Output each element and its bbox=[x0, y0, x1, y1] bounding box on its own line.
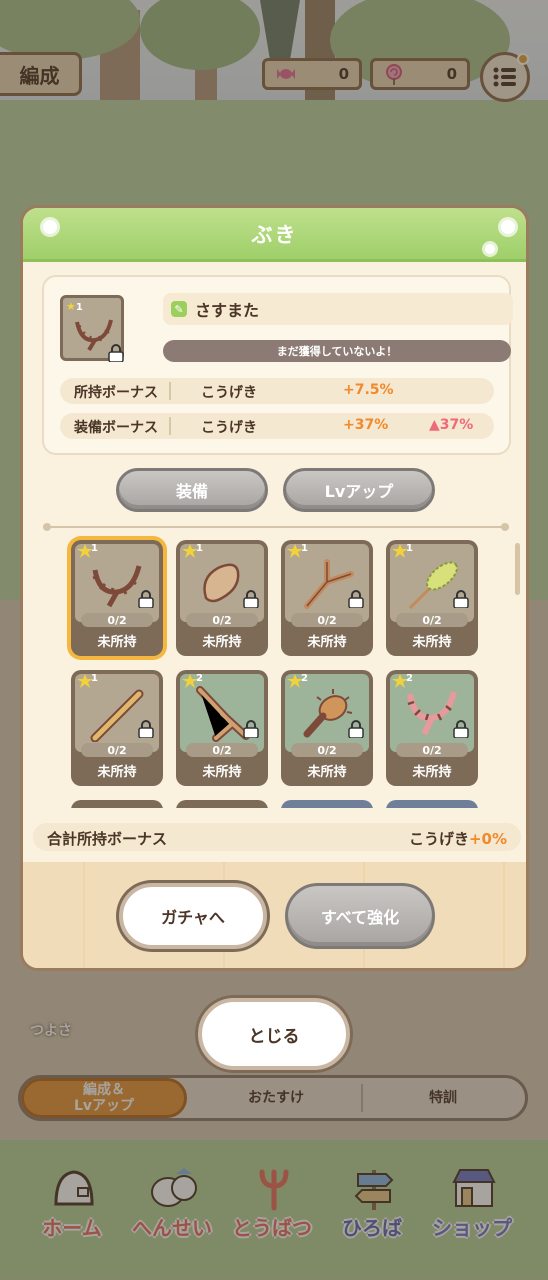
weapon-card[interactable] bbox=[386, 800, 478, 808]
bonus-increase: ▲37% bbox=[429, 417, 474, 433]
rarity-level: 1 bbox=[196, 543, 203, 554]
lock-icon bbox=[243, 720, 259, 738]
weapon-card[interactable]: 1 0/2 未所持 bbox=[71, 540, 163, 656]
card-status: 未所持 bbox=[307, 765, 347, 780]
card-count: 0/2 bbox=[186, 743, 258, 757]
card-count: 0/2 bbox=[81, 743, 153, 757]
lock-icon bbox=[138, 720, 154, 738]
bonus-value: +37% bbox=[343, 417, 389, 433]
weapon-card[interactable] bbox=[176, 800, 268, 808]
flower-decoration bbox=[43, 220, 57, 234]
rarity-level: 2 bbox=[406, 673, 413, 684]
gacha-button[interactable]: ガチャへ bbox=[119, 883, 267, 949]
modal-title: ぶき bbox=[251, 222, 298, 247]
lock-icon bbox=[108, 344, 124, 362]
total-bonus-row: 合計所持ボーナス こうげき+0% bbox=[33, 823, 521, 851]
weapon-card[interactable]: 2 0/2 未所持 bbox=[386, 670, 478, 786]
card-status: 未所持 bbox=[307, 635, 347, 650]
wood-footer bbox=[23, 862, 526, 968]
modal-header: ぶき bbox=[23, 208, 526, 262]
card-count: 0/2 bbox=[396, 613, 468, 627]
weapon-card[interactable]: 2 0/2 未所持 bbox=[176, 670, 268, 786]
equip-bonus-row: 装備ボーナス こうげき +37% ▲37% bbox=[60, 413, 494, 439]
bonus-value: +7.5% bbox=[343, 382, 394, 398]
bonus-divider bbox=[169, 417, 171, 435]
lock-icon bbox=[348, 720, 364, 738]
card-count: 0/2 bbox=[81, 613, 153, 627]
card-status: 未所持 bbox=[97, 635, 137, 650]
card-status: 未所持 bbox=[202, 765, 242, 780]
card-status: 未所持 bbox=[412, 635, 452, 650]
weapon-modal: ぶき ★1 ✎ さすまた まだ獲得していないよ！ 所持ボーナス こうげき +7.… bbox=[20, 205, 529, 971]
not-obtained-message: まだ獲得していないよ！ bbox=[163, 340, 511, 362]
item-detail-panel: ★1 ✎ さすまた まだ獲得していないよ！ 所持ボーナス こうげき +7.5% … bbox=[42, 275, 513, 455]
weapon-card[interactable] bbox=[71, 800, 163, 808]
card-count: 0/2 bbox=[291, 613, 363, 627]
rarity-level: 2 bbox=[301, 673, 308, 684]
weapon-card[interactable]: 1 0/2 未所持 bbox=[386, 540, 478, 656]
weapon-card[interactable]: 2 0/2 未所持 bbox=[281, 670, 373, 786]
total-bonus-value-group: こうげき+0% bbox=[409, 828, 507, 849]
flower-decoration bbox=[501, 220, 515, 234]
card-status: 未所持 bbox=[412, 765, 452, 780]
item-name: ✎ さすまた bbox=[163, 293, 513, 325]
rarity-level: 1 bbox=[91, 543, 98, 554]
rarity-level: 1 bbox=[301, 543, 308, 554]
leaf-icon: ✎ bbox=[171, 301, 187, 317]
selected-item-thumbnail: ★1 bbox=[60, 295, 124, 362]
flower-decoration bbox=[485, 244, 495, 254]
lock-icon bbox=[453, 590, 469, 608]
weapon-card[interactable]: 1 0/2 未所持 bbox=[71, 670, 163, 786]
levelup-button[interactable]: Lvアップ bbox=[283, 468, 435, 512]
lock-icon bbox=[453, 720, 469, 738]
weapon-card[interactable]: 1 0/2 未所持 bbox=[176, 540, 268, 656]
card-status: 未所持 bbox=[97, 765, 137, 780]
rarity-level: 1 bbox=[406, 543, 413, 554]
close-button[interactable]: とじる bbox=[198, 998, 350, 1070]
total-bonus-label: 合計所持ボーナス bbox=[47, 830, 168, 848]
lock-icon bbox=[138, 590, 154, 608]
enhance-all-button[interactable]: すべて強化 bbox=[285, 883, 435, 949]
bonus-label: 装備ボーナス bbox=[74, 420, 158, 436]
rarity-level: 1 bbox=[91, 673, 98, 684]
total-bonus-value: +0% bbox=[468, 830, 507, 848]
equip-button[interactable]: 装備 bbox=[116, 468, 268, 512]
bonus-label: 所持ボーナス bbox=[74, 385, 158, 401]
owned-bonus-row: 所持ボーナス こうげき +7.5% bbox=[60, 378, 494, 404]
lock-icon bbox=[243, 590, 259, 608]
grid-scrollbar[interactable] bbox=[515, 543, 520, 595]
bonus-stat: こうげき bbox=[201, 420, 257, 436]
weapon-card[interactable] bbox=[281, 800, 373, 808]
total-bonus-stat: こうげき bbox=[408, 830, 469, 848]
card-count: 0/2 bbox=[396, 743, 468, 757]
weapon-grid: 1 0/2 未所持 1 0/2 未所持 1 0/2 未所持 1 0/2 未所持 … bbox=[45, 530, 515, 808]
bonus-divider bbox=[169, 382, 171, 400]
weapon-card[interactable]: 1 0/2 未所持 bbox=[281, 540, 373, 656]
bonus-stat: こうげき bbox=[201, 385, 257, 401]
rarity-level: 2 bbox=[196, 673, 203, 684]
lock-icon bbox=[348, 590, 364, 608]
card-count: 0/2 bbox=[186, 613, 258, 627]
seed-icon bbox=[203, 563, 240, 603]
section-divider bbox=[43, 523, 509, 531]
card-count: 0/2 bbox=[291, 743, 363, 757]
card-status: 未所持 bbox=[202, 635, 242, 650]
item-name-text: さすまた bbox=[195, 301, 260, 320]
